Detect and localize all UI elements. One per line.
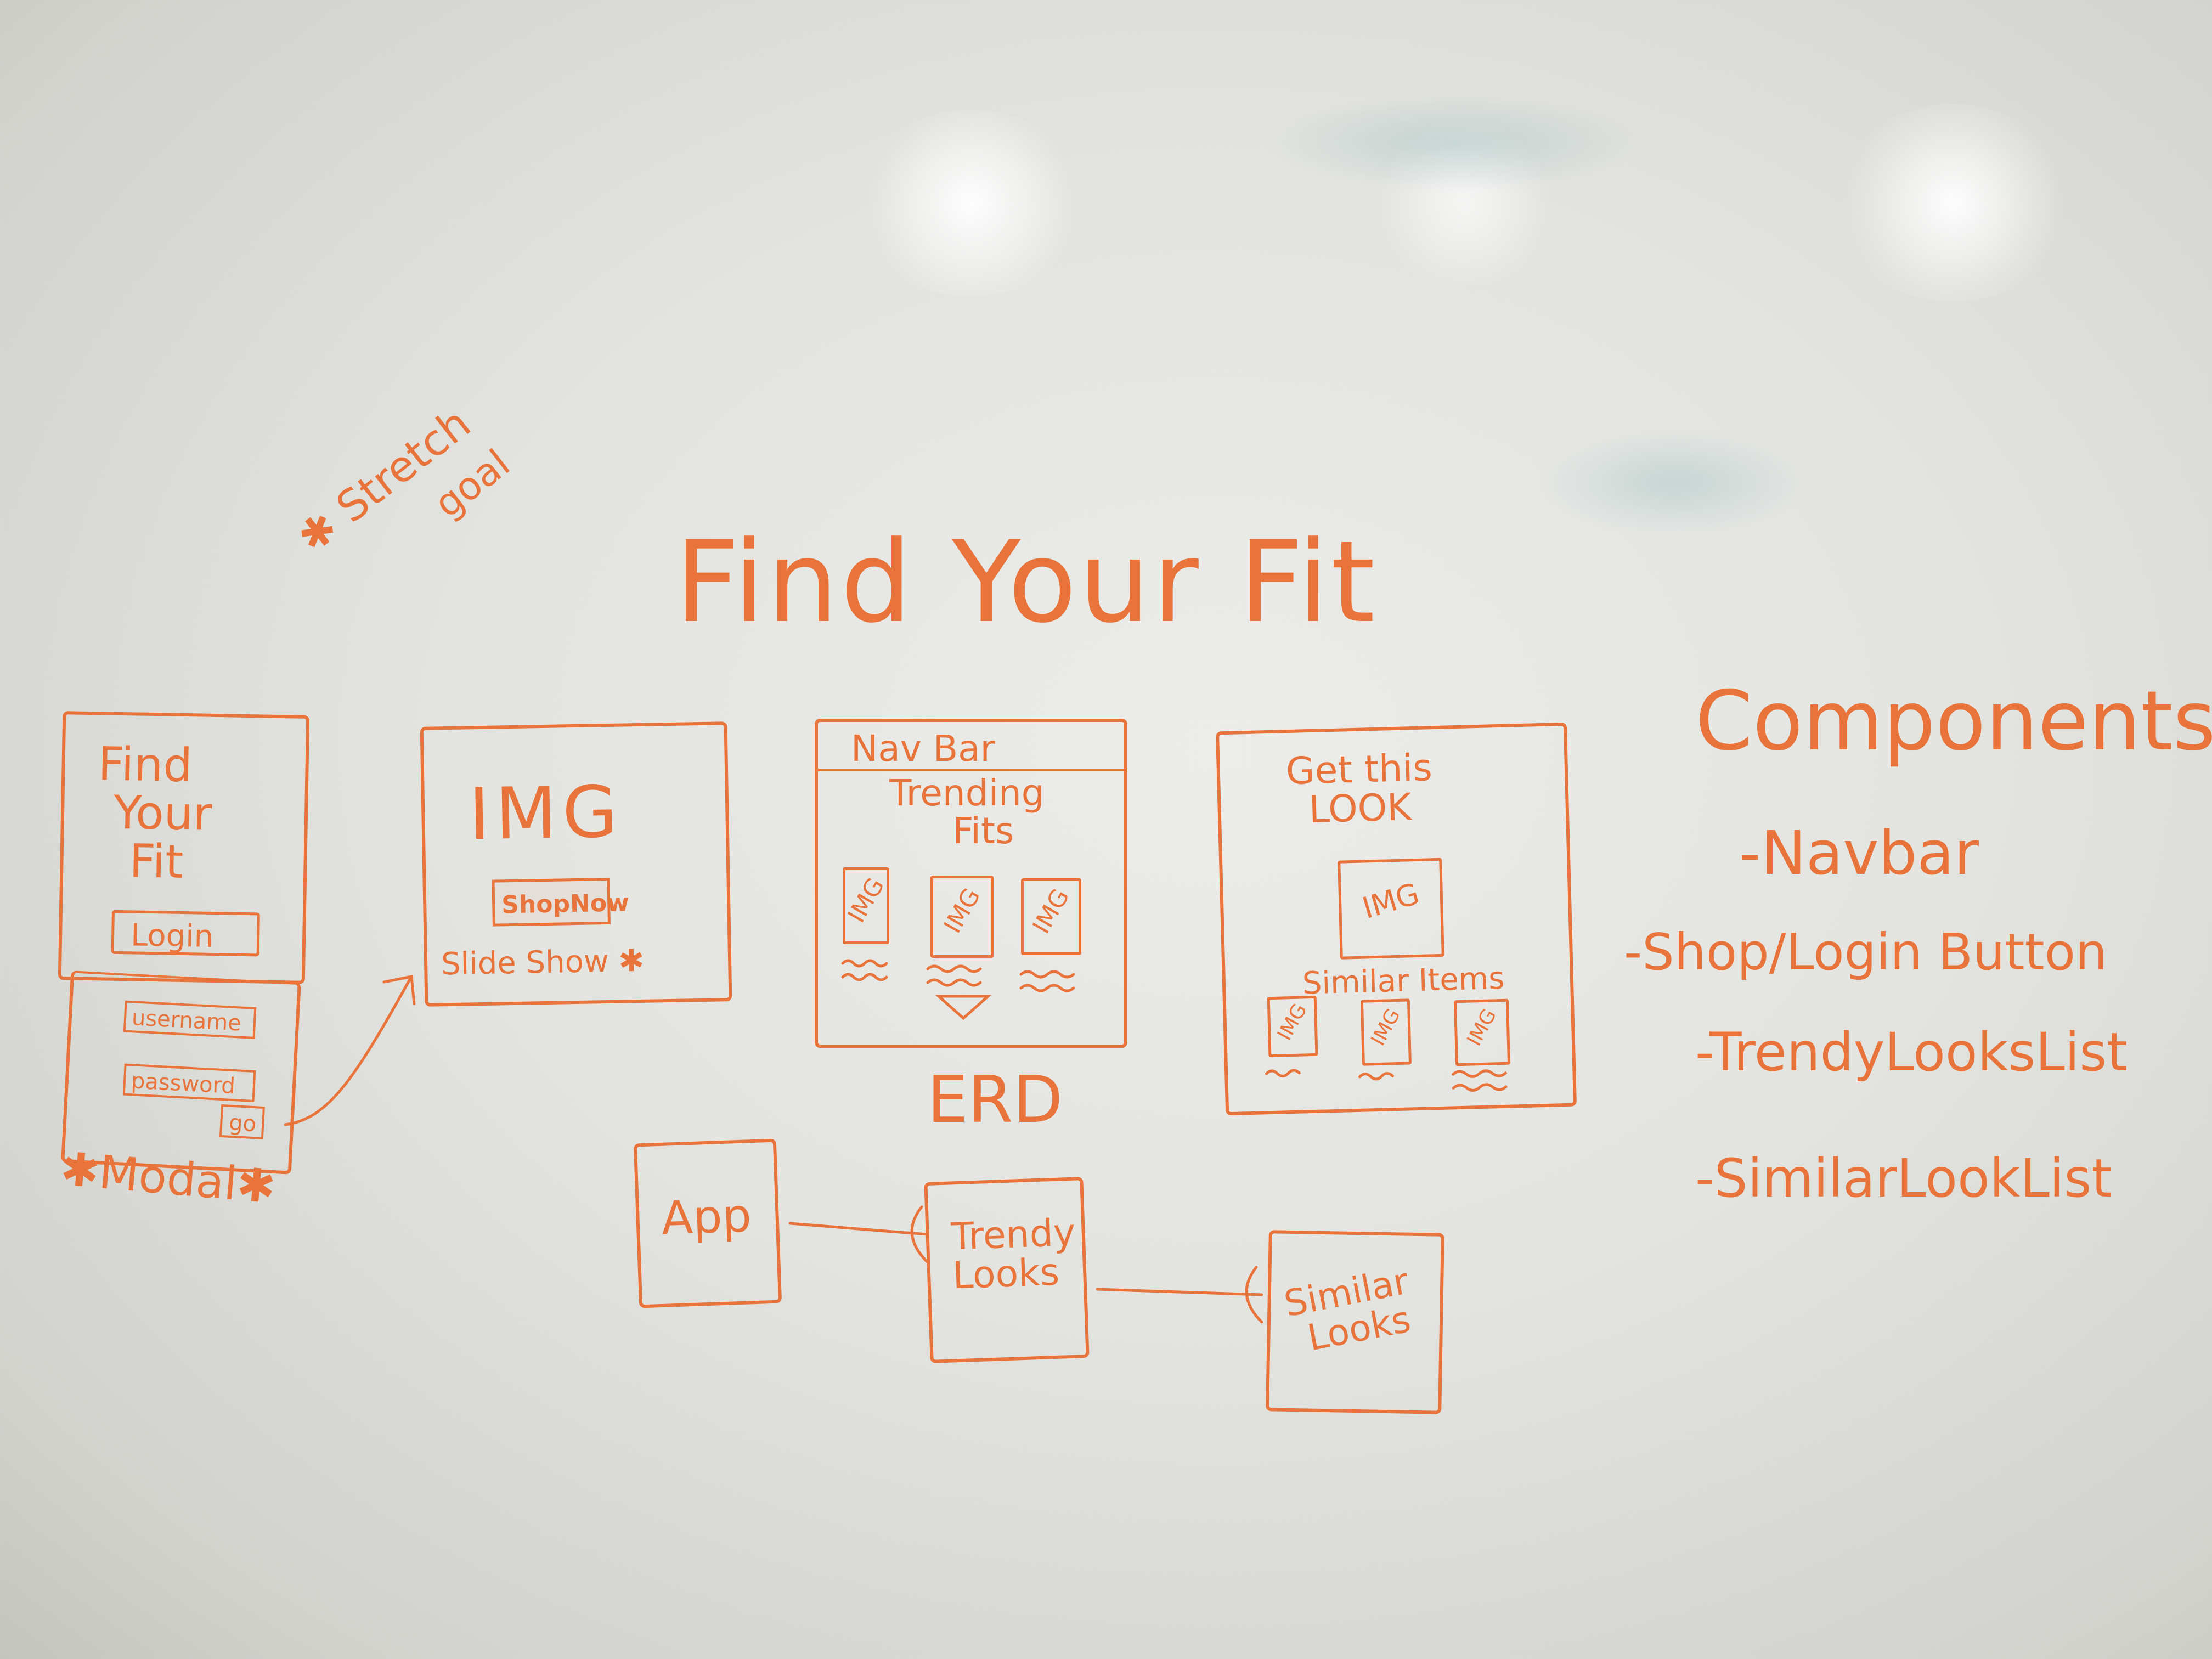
component-item: -Shop/Login Button	[1624, 923, 2108, 981]
component-item: -TrendyLooksList	[1695, 1022, 2128, 1083]
erd-relation-app-trendy	[788, 1222, 929, 1236]
erd-relation-trendy-similar	[1096, 1288, 1263, 1296]
flow-arrow-modal-to-slideshow	[284, 975, 413, 1126]
component-item: -Navbar	[1739, 818, 1979, 888]
component-item: -SimilarLookList	[1695, 1148, 2113, 1209]
components-heading: Components	[1695, 674, 2212, 769]
